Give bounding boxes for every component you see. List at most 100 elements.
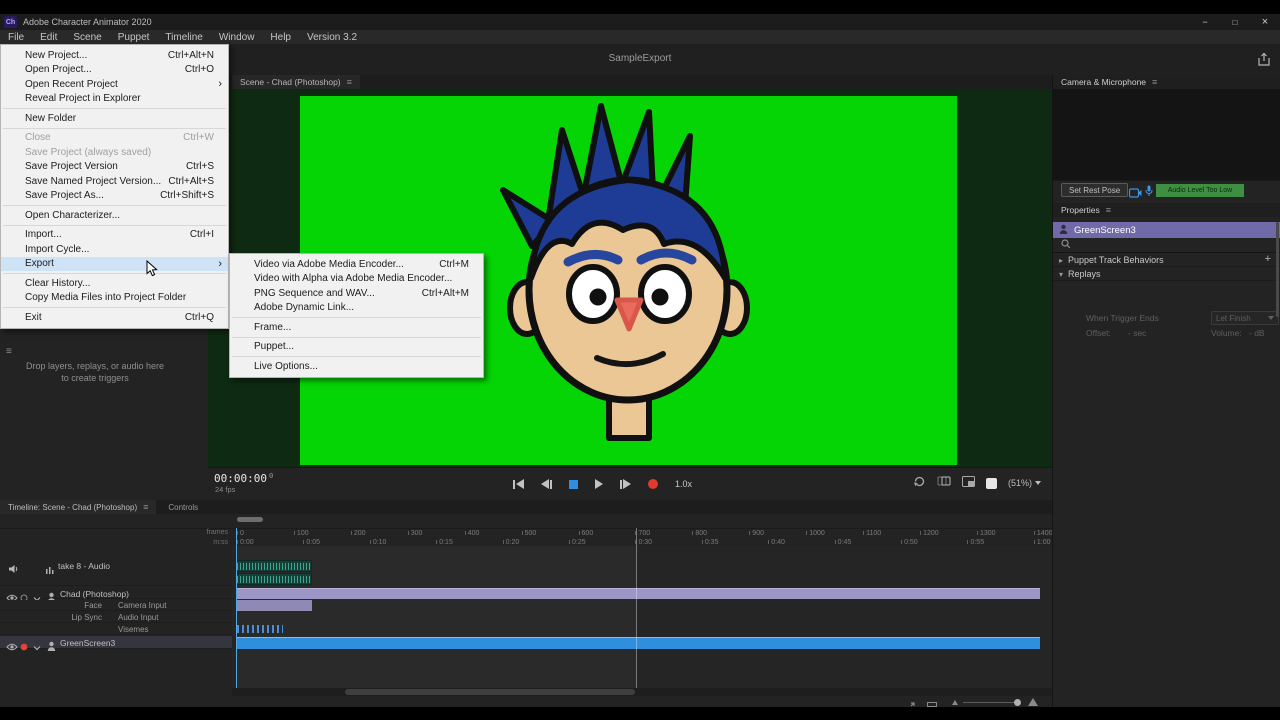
menu-item[interactable]: Save Project (always saved) <box>1 145 228 160</box>
playback-speed-button[interactable]: 1.0x <box>675 477 692 491</box>
properties-search[interactable] <box>1053 238 1280 253</box>
loop-icon[interactable] <box>913 474 926 492</box>
timecode-display[interactable]: 00:00:000 <box>214 472 273 485</box>
menu-bar-item[interactable]: Scene <box>65 30 109 44</box>
audio-take-clip[interactable] <box>236 573 312 585</box>
set-rest-pose-button[interactable]: Set Rest Pose <box>1061 183 1128 197</box>
menu-item[interactable]: Open Recent Project <box>1 77 228 92</box>
panel-menu-icon[interactable]: ≡ <box>6 346 12 357</box>
zoom-level-button[interactable]: (51%) <box>1008 478 1041 488</box>
timeline-tracks-area[interactable] <box>232 546 1052 688</box>
track-header-visemes[interactable]: Visemes <box>0 624 232 635</box>
menu-item[interactable]: Copy Media Files into Project Folder <box>1 291 228 306</box>
microphone-icon[interactable] <box>1145 184 1153 202</box>
play-button[interactable] <box>595 477 603 491</box>
playhead[interactable] <box>236 528 237 688</box>
scene-tab[interactable]: Scene - Chad (Photoshop) ≡ <box>232 75 360 89</box>
menu-item[interactable]: Video via Adobe Media Encoder... Ctrl+M <box>230 257 483 272</box>
time-tick: 0:40 <box>768 538 834 546</box>
menu-item[interactable]: Import... Ctrl+I <box>1 228 228 243</box>
menu-item[interactable]: Import Cycle... <box>1 242 228 257</box>
menu-item[interactable]: Open Characterizer... <box>1 208 228 223</box>
minimize-button[interactable] <box>1190 14 1220 30</box>
frame-tick: 1400 <box>1034 528 1052 538</box>
menu-item[interactable]: New Project... Ctrl+Alt+N <box>1 48 228 63</box>
controls-tab[interactable]: Controls <box>160 500 206 514</box>
zoom-in-mountain-icon[interactable] <box>1028 698 1038 706</box>
chevron-down-icon[interactable] <box>33 638 41 656</box>
track-header-audio[interactable]: take 8 - Audio <box>0 558 232 586</box>
menu-item[interactable]: Video with Alpha via Adobe Media Encoder… <box>230 272 483 287</box>
menu-bar-item[interactable]: Window <box>211 30 263 44</box>
menu-bar-item[interactable]: Help <box>262 30 299 44</box>
scrollbar-thumb[interactable] <box>345 689 635 695</box>
menu-item[interactable]: Close Ctrl+W <box>1 131 228 146</box>
onion-skin-icon[interactable] <box>937 474 951 492</box>
puppet-track-behaviors-section[interactable]: Puppet Track Behaviors + <box>1053 253 1280 267</box>
time-ruler[interactable]: 0:000:050:100:150:200:250:300:350:400:45… <box>237 538 1052 546</box>
panel-menu-icon[interactable]: ≡ <box>347 77 352 87</box>
menu-item[interactable]: Live Options... <box>230 359 483 374</box>
record-armed-icon[interactable] <box>20 638 28 656</box>
greenscreen-track-clip[interactable] <box>236 637 1040 649</box>
eye-icon[interactable] <box>6 638 18 656</box>
menu-item[interactable]: Save Named Project Version... Ctrl+Alt+S <box>1 174 228 189</box>
maximize-button[interactable] <box>1220 14 1250 30</box>
menu-item[interactable]: Frame... <box>230 320 483 335</box>
panel-menu-icon[interactable]: ≡ <box>1152 77 1157 87</box>
transport-controls: 1.0x <box>513 474 692 494</box>
next-frame-button[interactable] <box>620 477 631 491</box>
menu-item[interactable]: Adobe Dynamic Link... <box>230 301 483 316</box>
face-take-clip[interactable] <box>236 600 312 611</box>
snapshot-icon[interactable] <box>962 474 975 492</box>
timeline-horizontal-scrollbar[interactable] <box>232 688 1052 696</box>
timeline-scroll-pill[interactable] <box>237 517 263 522</box>
menu-item[interactable]: Save Project Version Ctrl+S <box>1 160 228 175</box>
menu-bar-item[interactable]: Timeline <box>157 30 210 44</box>
timeline-tab[interactable]: Timeline: Scene - Chad (Photoshop) ≡ <box>0 500 156 514</box>
stop-button[interactable] <box>569 477 578 491</box>
time-tick: 0:00 <box>237 538 303 546</box>
track-header-chad[interactable]: Chad (Photoshop) <box>0 587 232 599</box>
close-button[interactable] <box>1250 14 1280 30</box>
panel-menu-icon[interactable]: ≡ <box>1106 205 1111 215</box>
properties-scrollbar[interactable] <box>1276 222 1279 317</box>
menu-item[interactable]: Save Project As... Ctrl+Shift+S <box>1 189 228 204</box>
timeline-zoom-slider[interactable] <box>963 702 1021 703</box>
menu-bar-item[interactable]: Edit <box>32 30 65 44</box>
menu-item[interactable]: Exit Ctrl+Q <box>1 310 228 325</box>
menu-item[interactable]: New Folder <box>1 111 228 126</box>
zoom-slider-knob[interactable] <box>1014 699 1021 706</box>
zoom-out-mountain-icon[interactable] <box>952 700 958 705</box>
go-to-start-button[interactable] <box>513 477 524 491</box>
menu-item[interactable]: Puppet... <box>230 340 483 355</box>
chad-track-clip[interactable] <box>236 588 1040 599</box>
viseme-keyframes[interactable] <box>237 625 283 633</box>
camera-icon[interactable] <box>1129 185 1142 203</box>
panel-menu-icon[interactable]: ≡ <box>143 502 148 512</box>
chevron-right-icon <box>1059 255 1063 265</box>
track-header-lipsync[interactable]: Lip Sync Audio Input <box>0 612 232 623</box>
camera-feed-area <box>1053 89 1280 181</box>
transparency-grid-icon[interactable] <box>986 478 997 489</box>
audio-take-clip[interactable] <box>236 560 312 572</box>
frames-ruler[interactable]: 0100200300400500600700800900100011001200… <box>237 528 1052 538</box>
replays-section[interactable]: Replays <box>1053 267 1280 281</box>
export-share-icon[interactable] <box>1256 51 1272 68</box>
menu-item[interactable]: Export <box>1 257 228 272</box>
track-header-face[interactable]: Face Camera Input <box>0 600 232 611</box>
menu-bar-item[interactable]: Version 3.2 <box>299 30 365 44</box>
record-button[interactable] <box>648 477 658 491</box>
menu-bar-item[interactable]: File <box>0 30 32 44</box>
selected-puppet-row[interactable]: GreenScreen3 <box>1053 222 1280 238</box>
previous-frame-button[interactable] <box>541 477 552 491</box>
add-behavior-button[interactable]: + <box>1265 254 1271 265</box>
menu-item[interactable]: Clear History... <box>1 276 228 291</box>
menu-item[interactable]: Open Project... Ctrl+O <box>1 63 228 78</box>
speaker-icon[interactable] <box>8 561 19 579</box>
track-header-greenscreen[interactable]: GreenScreen3 <box>0 636 232 649</box>
menu-item[interactable]: PNG Sequence and WAV... Ctrl+Alt+M <box>230 286 483 301</box>
menu-bar-item[interactable]: Puppet <box>110 30 158 44</box>
menu-item[interactable]: Reveal Project in Explorer <box>1 92 228 107</box>
when-trigger-ends-dropdown[interactable]: Let Finish <box>1211 311 1279 325</box>
